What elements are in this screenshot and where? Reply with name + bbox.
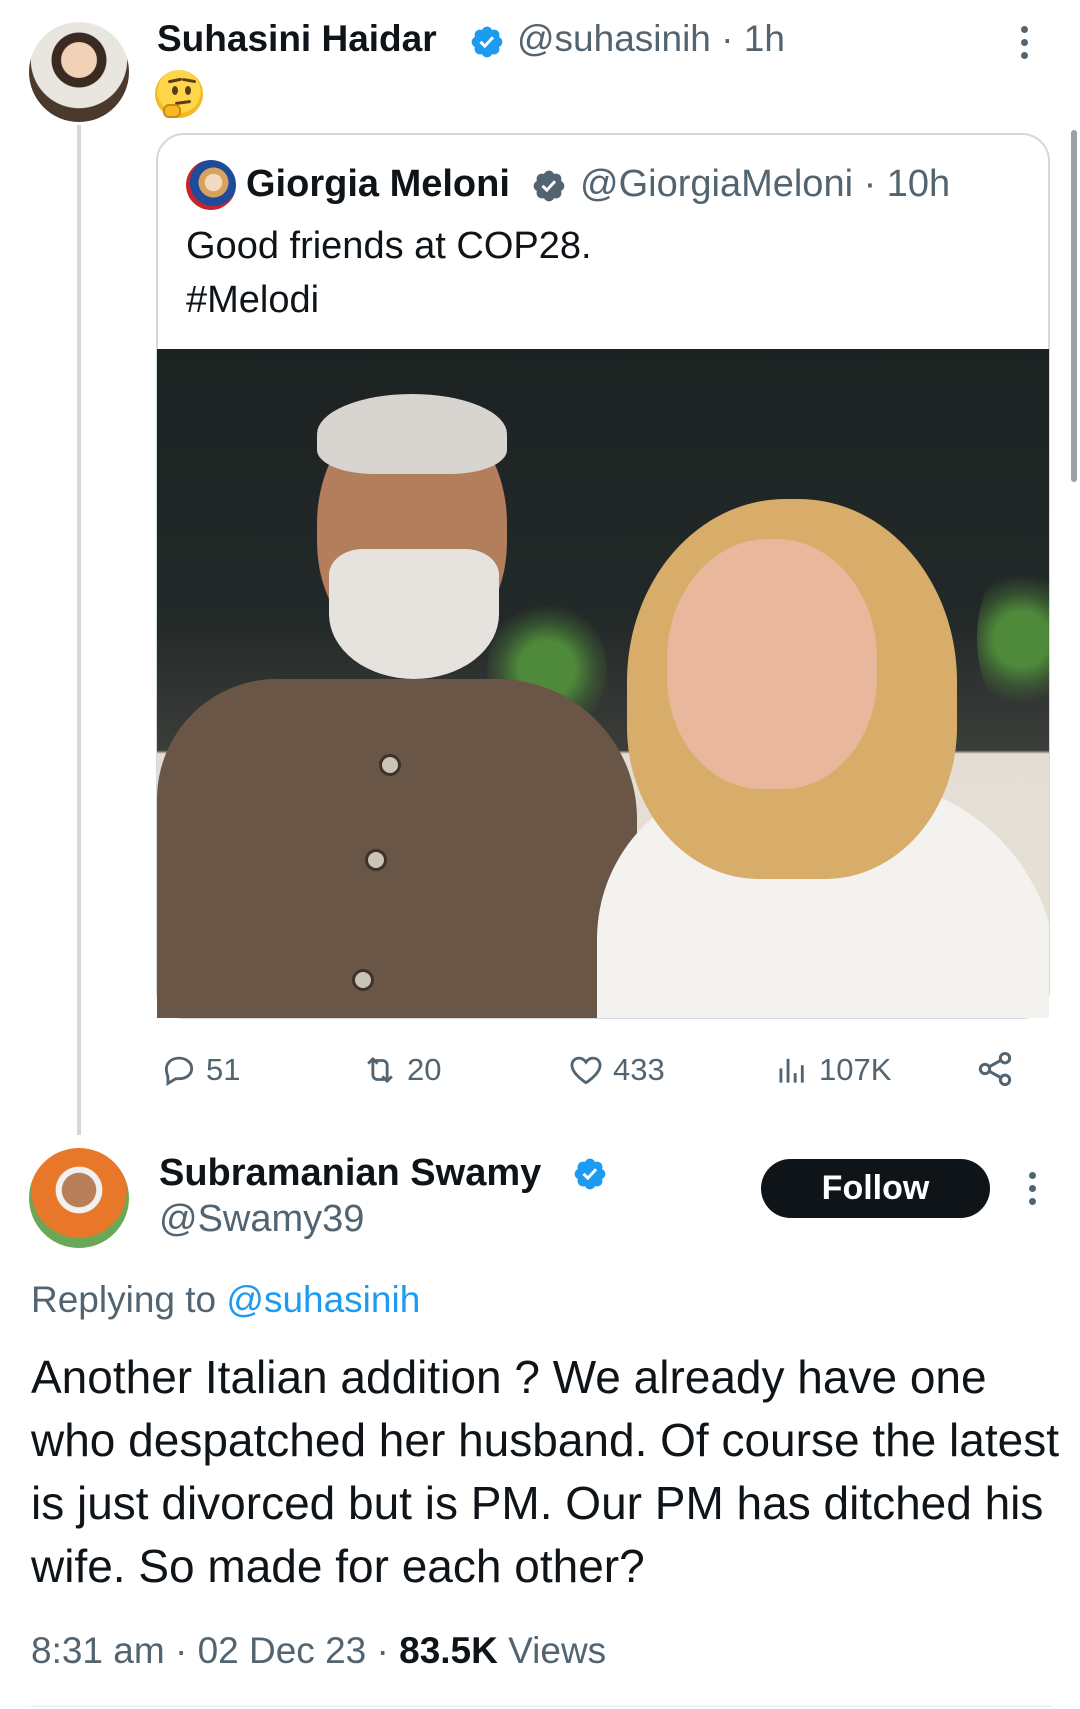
views-button[interactable]: 107K	[773, 1048, 891, 1092]
timestamp[interactable]: 8:31 am · 02 Dec 23 ·	[31, 1630, 399, 1671]
quoted-author-name: Giorgia Meloni	[246, 163, 510, 205]
divider	[31, 1705, 1051, 1707]
replying-to-line: Replying to @suhasinih	[31, 1279, 420, 1321]
reply-views-count: 83.5K	[399, 1630, 498, 1671]
verified-badge-icon	[471, 26, 503, 58]
reply-icon	[164, 1056, 194, 1086]
author-name[interactable]: Suhasini Haidar	[157, 18, 437, 60]
retweet-count: 20	[407, 1052, 442, 1087]
like-count: 433	[613, 1052, 665, 1087]
quoted-tweet-photo[interactable]	[157, 349, 1049, 1018]
views-count: 107K	[819, 1052, 892, 1087]
retweet-icon	[367, 1056, 393, 1084]
avatar-swamy[interactable]	[29, 1148, 129, 1248]
reply-author-handle[interactable]: @Swamy39	[159, 1198, 364, 1241]
more-options-icon[interactable]	[1018, 26, 1030, 62]
retweet-button[interactable]: 20	[361, 1048, 441, 1092]
heart-icon	[570, 1056, 602, 1085]
replying-to-prefix: Replying to	[31, 1279, 227, 1320]
verified-badge-icon	[533, 170, 565, 202]
reply-text: Another Italian addition ? We already ha…	[31, 1351, 1059, 1592]
thinking-face-emoji-icon	[155, 70, 203, 118]
analytics-icon	[779, 1058, 804, 1083]
more-options-icon[interactable]	[1026, 1172, 1038, 1208]
avatar-meloni[interactable]	[186, 160, 236, 210]
reply-author-name[interactable]: Subramanian Swamy	[159, 1152, 541, 1195]
avatar-suhasini[interactable]	[29, 22, 129, 122]
scrollbar[interactable]	[1071, 130, 1077, 482]
quoted-tweet-text: Good friends at COP28.	[186, 225, 592, 267]
timestamp-line: 8:31 am · 02 Dec 23 · 83.5K Views	[31, 1630, 606, 1672]
reply-count: 51	[206, 1052, 241, 1087]
follow-button[interactable]: Follow	[761, 1159, 990, 1218]
like-button[interactable]: 433	[567, 1048, 665, 1092]
quoted-author-handle: @GiorgiaMeloni · 10h	[580, 163, 951, 205]
quoted-tweet-hashtag[interactable]: #Melodi	[186, 279, 319, 322]
verified-badge-icon	[574, 1158, 606, 1190]
thread-line	[77, 125, 81, 1135]
share-icon[interactable]	[975, 1049, 1015, 1089]
reply-views-label: Views	[497, 1630, 607, 1671]
reply-button[interactable]: 51	[160, 1048, 240, 1092]
replying-to-mention[interactable]: @suhasinih	[226, 1279, 420, 1320]
author-handle[interactable]: @suhasinih · 1h	[517, 18, 785, 60]
